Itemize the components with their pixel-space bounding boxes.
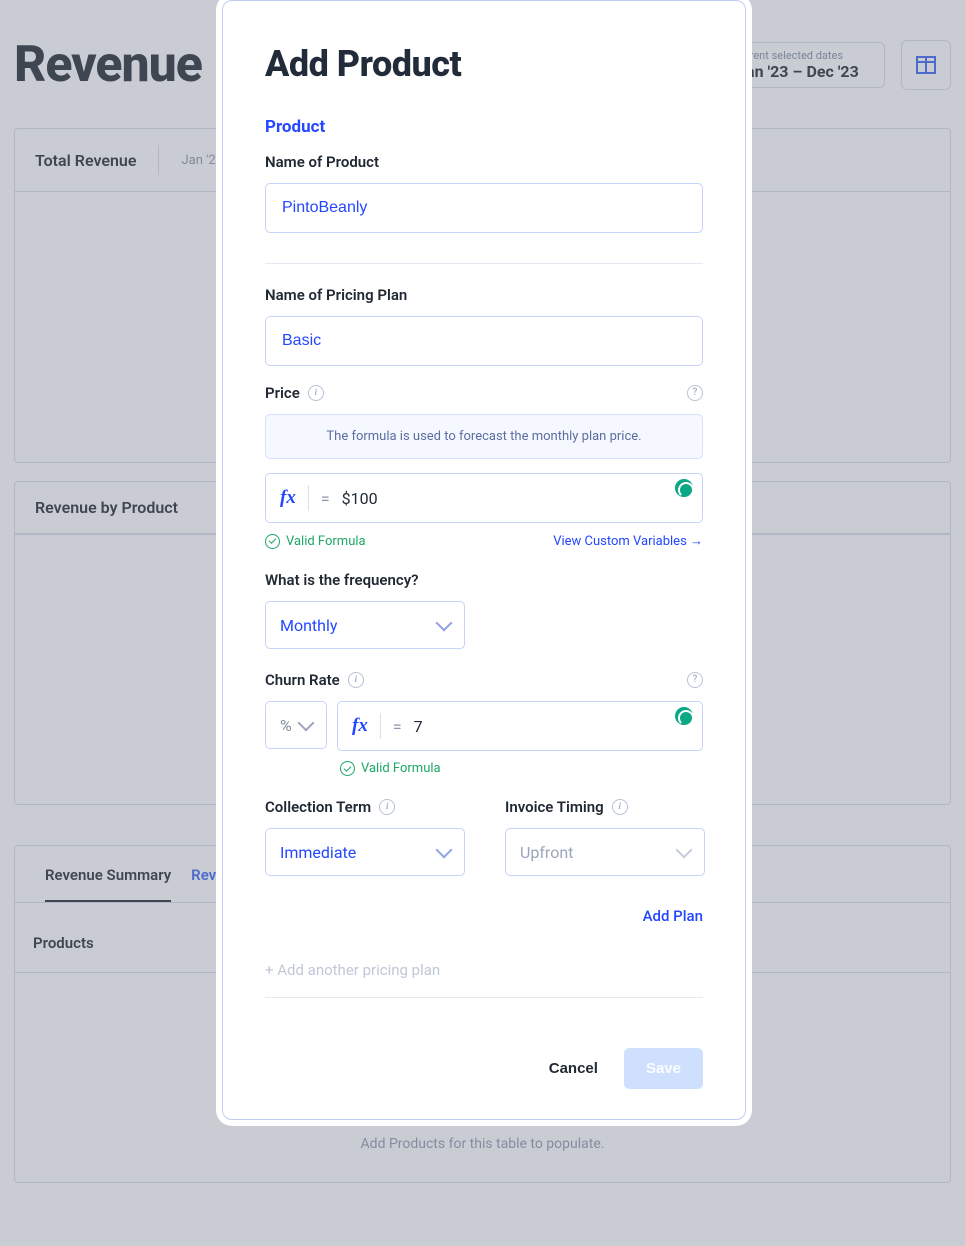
collection-term-value: Immediate <box>280 843 356 862</box>
modal-footer: Cancel Save <box>265 1048 703 1089</box>
save-button[interactable]: Save <box>624 1048 703 1089</box>
invoice-timing-select[interactable]: Upfront <box>505 828 705 876</box>
equals-icon: = <box>321 489 330 508</box>
churn-valid-row: Valid Formula <box>265 761 703 776</box>
invoice-timing-value: Upfront <box>520 843 573 862</box>
separator <box>380 713 381 739</box>
add-product-modal: Add Product Product Name of Product Name… <box>222 0 746 1120</box>
plan-name-input[interactable] <box>265 316 703 366</box>
price-hint: The formula is used to forecast the mont… <box>265 414 703 459</box>
modal-title: Add Product <box>265 43 703 85</box>
info-icon[interactable]: i <box>348 672 364 688</box>
label-collection-term-text: Collection Term <box>265 798 371 816</box>
divider <box>265 997 703 998</box>
help-icon[interactable]: ? <box>687 385 703 401</box>
price-formula-wrapper: fx = $100 <box>265 473 703 523</box>
label-plan-name: Name of Pricing Plan <box>265 286 703 304</box>
chevron-down-icon <box>298 715 315 732</box>
price-valid-row: Valid Formula View Custom Variables → <box>265 533 703 549</box>
churn-formula-input[interactable]: fx = 7 <box>337 701 703 751</box>
label-price: Price i ? <box>265 384 703 402</box>
valid-formula-text: Valid Formula <box>361 761 441 776</box>
add-another-plan[interactable]: + Add another pricing plan <box>265 961 703 979</box>
cancel-button[interactable]: Cancel <box>549 1060 598 1077</box>
info-icon[interactable]: i <box>612 799 628 815</box>
label-frequency: What is the frequency? <box>265 571 703 589</box>
spinner-icon <box>675 479 693 497</box>
equals-icon: = <box>393 717 402 736</box>
label-product-name: Name of Product <box>265 153 703 171</box>
fx-icon: fx <box>280 487 296 509</box>
info-icon[interactable]: i <box>308 385 324 401</box>
frequency-value: Monthly <box>280 616 337 635</box>
label-churn-text: Churn Rate <box>265 671 340 689</box>
frequency-select[interactable]: Monthly <box>265 601 465 649</box>
churn-row: % fx = 7 <box>265 701 703 751</box>
separator <box>308 485 309 511</box>
section-product: Product <box>265 117 703 137</box>
label-invoice-timing-text: Invoice Timing <box>505 798 604 816</box>
check-icon <box>340 761 355 776</box>
price-formula-input[interactable]: fx = $100 <box>265 473 703 523</box>
collection-term-select[interactable]: Immediate <box>265 828 465 876</box>
price-formula-value: $100 <box>342 489 688 508</box>
term-invoice-row: Collection Term i Immediate Invoice Timi… <box>265 798 703 876</box>
fx-icon: fx <box>352 715 368 737</box>
churn-unit-select[interactable]: % <box>265 701 327 749</box>
check-icon <box>265 534 280 549</box>
valid-formula-text: Valid Formula <box>286 534 366 549</box>
chevron-down-icon <box>436 842 453 859</box>
label-churn: Churn Rate i ? <box>265 671 703 689</box>
info-icon[interactable]: i <box>379 799 395 815</box>
view-custom-variables-link[interactable]: View Custom Variables → <box>553 533 703 549</box>
divider <box>265 263 703 264</box>
spinner-icon <box>675 707 693 725</box>
chevron-down-icon <box>676 842 693 859</box>
product-name-input[interactable] <box>265 183 703 233</box>
chevron-down-icon <box>436 615 453 632</box>
label-collection-term: Collection Term i <box>265 798 465 816</box>
add-plan-link[interactable]: Add Plan <box>643 907 703 925</box>
add-plan-row: Add Plan <box>265 906 703 925</box>
help-icon[interactable]: ? <box>687 672 703 688</box>
label-price-text: Price <box>265 384 300 402</box>
label-invoice-timing: Invoice Timing i <box>505 798 705 816</box>
churn-unit-value: % <box>280 716 292 735</box>
churn-formula-value: 7 <box>414 717 688 736</box>
